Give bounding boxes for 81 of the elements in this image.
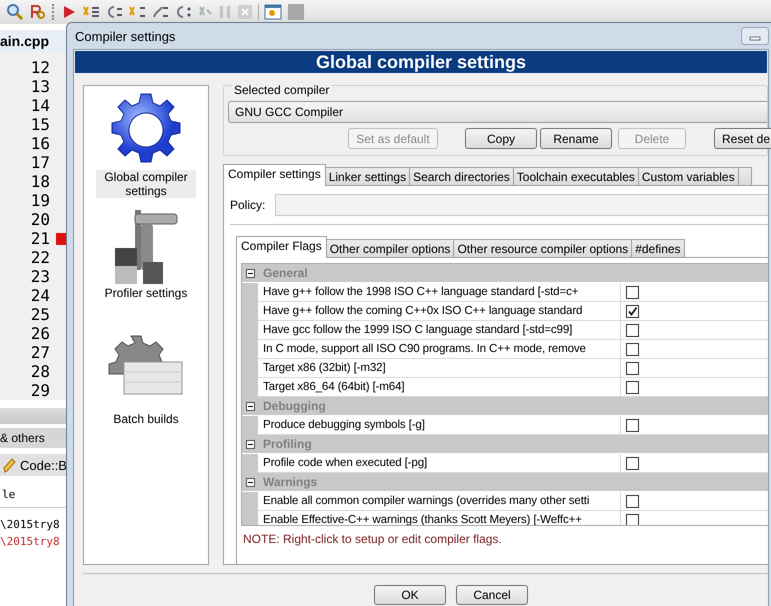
group-header: Warnings: [263, 475, 318, 489]
flag-label: Target x86 (32bit) [-m32]: [258, 359, 621, 377]
checkbox[interactable]: [626, 514, 639, 525]
flag-label: Profile code when executed [-pg]: [258, 454, 621, 472]
policy-label: Policy:: [230, 198, 266, 212]
line-number: 19: [30, 191, 51, 210]
dialog-button[interactable]: OK: [374, 585, 446, 605]
note-text: NOTE: Right-click to setup or edit compiler flags.: [242, 532, 503, 546]
action-button[interactable]: Copy: [465, 128, 537, 149]
checkbox[interactable]: [626, 418, 639, 432]
checkbox[interactable]: [626, 456, 639, 470]
window-icon[interactable]: [264, 3, 282, 21]
line-number: 29: [30, 381, 51, 400]
checkbox[interactable]: [626, 304, 639, 318]
checkbox[interactable]: [626, 380, 639, 394]
step-icon[interactable]: [128, 4, 146, 20]
line-number: 21: [30, 229, 51, 248]
checkbox[interactable]: [626, 362, 639, 374]
step-icon[interactable]: [174, 4, 192, 20]
action-button[interactable]: Rename: [540, 128, 612, 149]
flag-label: Enable all common compiler warnings (overrides many other setti: [258, 492, 621, 510]
step-icon[interactable]: [151, 4, 169, 20]
dialog-button[interactable]: Cancel: [456, 585, 528, 605]
log-tab-label: Code::B: [20, 458, 67, 472]
search-icon[interactable]: [6, 3, 24, 21]
settings-tab[interactable]: Custom variables: [638, 167, 739, 186]
checkbox[interactable]: [626, 494, 639, 508]
flag-label: Have g++ follow the coming C++0x ISO C++ language standard: [258, 302, 621, 320]
play-icon[interactable]: [61, 4, 77, 20]
settings-tab[interactable]: Toolchain executables: [512, 167, 639, 186]
compiler-dropdown[interactable]: GNU GCC Compiler: [228, 101, 767, 123]
checkbox[interactable]: [626, 286, 639, 298]
category-item[interactable]: Profiler settings: [96, 206, 196, 302]
flags-tab[interactable]: Other resource compiler options: [453, 239, 632, 258]
line-number: 24: [30, 286, 51, 305]
collapse-icon[interactable]: [246, 440, 255, 448]
step-icon[interactable]: [82, 4, 100, 20]
group-header: Debugging: [263, 399, 326, 413]
line-number: 15: [30, 115, 51, 134]
collapse-icon[interactable]: [246, 402, 255, 410]
line-number: 23: [30, 267, 51, 286]
flags-tab[interactable]: Other compiler options: [326, 239, 454, 258]
line-number: 13: [30, 77, 51, 96]
settings-tab[interactable]: Compiler settings: [223, 164, 326, 186]
flag-label: Produce debugging symbols [-g]: [258, 416, 621, 434]
flags-tab[interactable]: #defines: [631, 239, 685, 258]
category-item[interactable]: Global compiler settings: [96, 90, 196, 200]
flag-label: Have gcc follow the 1999 ISO C language standard [-std=c99]: [258, 321, 621, 339]
flags-tab[interactable]: Compiler Flags: [236, 236, 327, 258]
flag-label: In C mode, support all ISO C90 programs. In C++ mode, remove: [258, 340, 621, 358]
line-number: 27: [30, 343, 51, 362]
line-number: 14: [30, 96, 51, 115]
collapse-icon[interactable]: [246, 268, 255, 278]
line-number: 26: [30, 324, 51, 343]
group-header: General: [263, 266, 308, 280]
line-number: 18: [30, 172, 51, 191]
log-line: \2015try8: [0, 518, 61, 531]
line-number: 25: [30, 305, 51, 324]
line-number: 17: [30, 153, 51, 172]
log-line: \2015try8: [0, 535, 61, 548]
line-number: 16: [30, 134, 51, 153]
line-number: 22: [30, 248, 51, 267]
line-number: 20: [30, 210, 51, 229]
collapse-icon[interactable]: [246, 478, 255, 486]
header-banner: Global compiler settings: [75, 51, 767, 73]
group-header: Profiling: [263, 437, 312, 451]
group-label: Selected compiler: [232, 83, 332, 97]
settings-tab[interactable]: Linker settings: [324, 167, 410, 186]
line-number: 12: [30, 58, 51, 77]
settings-tab[interactable]: Search directories: [409, 167, 514, 186]
flag-label: Have g++ follow the 1998 ISO C++ language standard [-std=c+: [258, 283, 621, 301]
category-item[interactable]: Batch builds: [96, 332, 196, 428]
pencil-icon: [2, 457, 16, 473]
action-button[interactable]: Reset de: [714, 128, 771, 149]
replace-search-icon[interactable]: [29, 3, 47, 21]
flag-label: Target x86_64 (64bit) [-m64]: [258, 378, 621, 396]
minimize-icon[interactable]: [741, 27, 769, 45]
checkbox[interactable]: [626, 342, 639, 356]
line-number: 28: [30, 362, 51, 381]
step-icon[interactable]: [105, 4, 123, 20]
checkbox[interactable]: [626, 324, 639, 336]
